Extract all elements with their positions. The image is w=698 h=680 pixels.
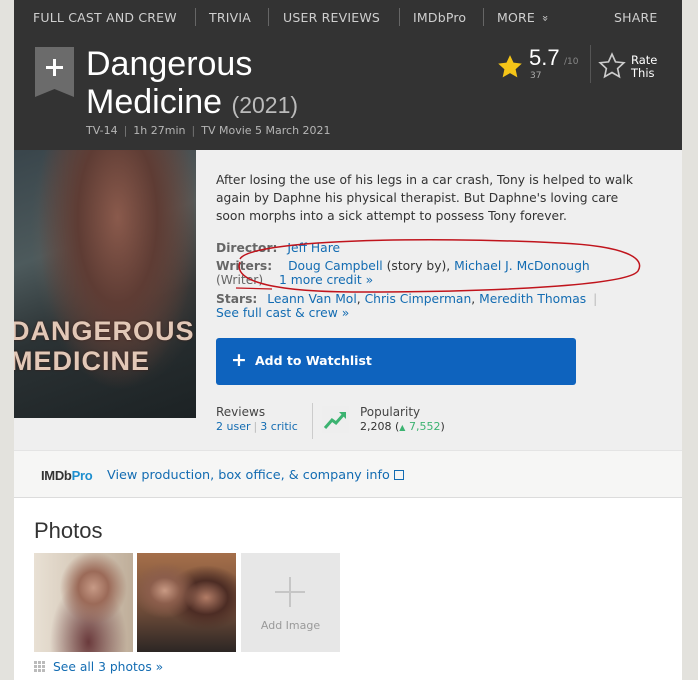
chevron-down-icon: » (539, 15, 553, 22)
popularity-value: 2,208 (360, 420, 392, 433)
plus-icon (275, 577, 305, 607)
grid-icon (34, 661, 45, 672)
nav-trivia[interactable]: TRIVIA (209, 10, 251, 25)
popularity-paren: ) (440, 420, 445, 433)
star-icon (498, 55, 522, 78)
more-credit-link[interactable]: 1 more credit » (279, 273, 373, 287)
trend-arrow-icon: ▲ (399, 423, 406, 432)
nav-divider (268, 8, 269, 26)
director-credit: Director: Jeff Hare (216, 240, 340, 257)
watchlist-ribbon-icon[interactable] (35, 47, 74, 97)
nav-full-cast-and-crew[interactable]: FULL CAST AND CREW (33, 10, 177, 25)
add-image-label: Add Image (260, 619, 321, 632)
writers-credit-line2: (Writer) 1 more credit » (216, 272, 373, 289)
external-link-icon (393, 470, 404, 480)
poster-title-text: DANGEROUS MEDICINE (14, 316, 195, 376)
imdbpro-strip: IMDbPro View production, box office, & c… (14, 450, 682, 498)
poster-image[interactable]: DANGEROUS MEDICINE (14, 150, 196, 418)
star-link-2[interactable]: Chris Cimperman (365, 292, 472, 306)
credit-divider: | (593, 292, 598, 306)
star-link-1[interactable]: Leann Van Mol (267, 292, 356, 306)
poster-figure (24, 150, 194, 418)
nav-divider (195, 8, 196, 26)
add-image-button[interactable]: Add Image (241, 553, 340, 652)
photos-heading: Photos (34, 518, 103, 543)
stars-label: Stars: (216, 292, 258, 306)
nav-more[interactable]: MORE » (497, 10, 553, 25)
rating-count[interactable]: 37 (530, 71, 541, 81)
nav-divider (399, 8, 400, 26)
reviews-label: Reviews (216, 405, 266, 419)
director-link[interactable]: Jeff Hare (287, 241, 340, 255)
certificate: TV-14 (86, 124, 118, 137)
rating-divider (590, 45, 591, 83)
reviews-links: 2 user | 3 critic (216, 420, 298, 433)
title-subtext: TV-14 | 1h 27min | TV Movie 5 March 2021 (86, 124, 331, 137)
nav-imdbpro[interactable]: IMDbPro (413, 10, 466, 25)
writer-role-1: (story by), (386, 259, 451, 273)
popularity-change: 7,552 (408, 420, 441, 433)
rating-value: 5.7 (529, 45, 560, 70)
add-to-watchlist-label: Add to Watchlist (255, 353, 372, 368)
nav-share[interactable]: SHARE (614, 10, 657, 25)
critic-reviews-link[interactable]: 3 critic (260, 420, 298, 433)
title-name: Dangerous Medicine (86, 45, 253, 121)
see-all-photos[interactable]: See all 3 photos » (34, 660, 163, 674)
nav-more-label: MORE (497, 10, 536, 25)
imdbpro-logo-pro: Pro (71, 468, 93, 483)
add-to-watchlist-button[interactable]: + Add to Watchlist (216, 338, 576, 385)
reviews-divider: | (253, 420, 258, 433)
title-year: (2021) (231, 92, 299, 118)
writer-link-2[interactable]: Michael J. McDonough (454, 259, 590, 273)
imdbpro-logo[interactable]: IMDbPro (41, 468, 93, 483)
photo-thumbnail-2[interactable] (137, 553, 236, 652)
full-cast-credit: See full cast & crew » (216, 305, 349, 322)
see-all-photos-link[interactable]: See all 3 photos » (53, 660, 163, 674)
rate-this-button[interactable]: Rate This (631, 54, 667, 80)
star-link-3[interactable]: Meredith Thomas (479, 292, 586, 306)
rating-max: /10 (564, 57, 579, 67)
nav-divider (483, 8, 484, 26)
rate-star-outline-icon[interactable] (597, 51, 627, 81)
title-bar: Dangerous Medicine (2021) TV-14 | 1h 27min… (14, 36, 682, 150)
see-full-cast-link[interactable]: See full cast & crew » (216, 306, 349, 320)
plus-icon: + (231, 349, 247, 371)
imdbpro-logo-imdb: IMDb (41, 468, 72, 483)
popularity-label: Popularity (360, 405, 421, 419)
release-info[interactable]: TV Movie 5 March 2021 (201, 124, 330, 137)
popularity-value-line: 2,208 (▲ 7,552) (360, 420, 445, 433)
director-label: Director: (216, 241, 278, 255)
photo-thumbnail-1[interactable] (34, 553, 133, 652)
popularity-divider (312, 403, 313, 439)
user-reviews-link[interactable]: 2 user (216, 420, 251, 433)
runtime[interactable]: 1h 27min (133, 124, 185, 137)
nav-user-reviews[interactable]: USER REVIEWS (283, 10, 380, 25)
writer-link-1[interactable]: Doug Campbell (288, 259, 383, 273)
trending-up-icon (322, 406, 349, 433)
top-nav: FULL CAST AND CREW TRIVIA USER REVIEWS I… (14, 0, 682, 36)
plot-summary: After losing the use of his legs in a ca… (216, 173, 633, 223)
imdbpro-info-link[interactable]: View production, box office, & company i… (107, 468, 404, 483)
page-title: Dangerous Medicine (2021) (86, 45, 386, 124)
writer-role-2: (Writer) (216, 273, 264, 287)
imdbpro-info-label: View production, box office, & company i… (107, 468, 390, 483)
writers-label: Writers: (216, 259, 273, 273)
title-overview: DANGEROUS MEDICINE After losing the use … (14, 150, 682, 450)
